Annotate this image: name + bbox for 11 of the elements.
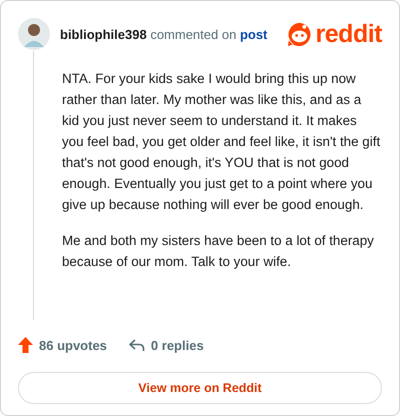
comment-text: NTA. For your kids sake I would bring this up now rather than later. My mother was like this, and as a kid you just never seem to understand it. It makes you feel bad, you get older and feel like, it isn't the gift that's not good enough, it's YOU that is not good enough. Eventually you just get to a point where you give up because nothing will ever be good enough. [62, 70, 382, 214]
mascot-icon [286, 20, 313, 48]
comment-header: bibliophile398 commented on post [60, 26, 268, 42]
reddit-logo: reddit [316, 20, 382, 48]
reply-icon[interactable] [128, 338, 145, 352]
comment-text: Me and both my sisters have been to a lot of therapy because of our mom. Talk to your wife. [62, 232, 375, 271]
reply-count: 0 replies [150, 338, 204, 352]
avatar-icon [18, 18, 50, 50]
upvote-count: 86 upvotes [39, 338, 107, 352]
view-more-button[interactable]: View more on Reddit [18, 372, 382, 404]
upvote-icon[interactable] [18, 337, 33, 353]
